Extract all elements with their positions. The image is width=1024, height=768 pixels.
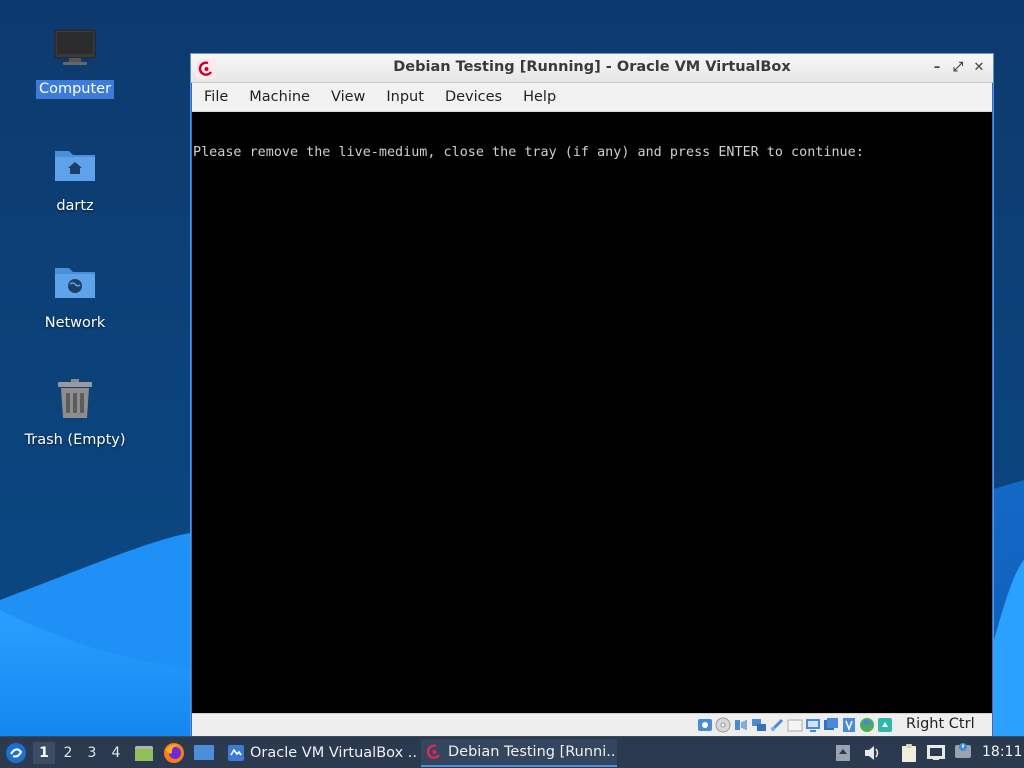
- task-debian-testing[interactable]: Debian Testing [Runni...: [421, 739, 617, 767]
- menu-help[interactable]: Help: [512, 83, 566, 112]
- update-notifier-icon[interactable]: [954, 742, 972, 762]
- workspace-2[interactable]: 2: [57, 742, 79, 764]
- desktop-icon-trash[interactable]: Trash (Empty): [14, 357, 136, 457]
- workspace-1[interactable]: 1: [33, 742, 55, 764]
- workspace-4[interactable]: 4: [105, 742, 127, 764]
- mouse-integration-icon[interactable]: [859, 717, 875, 733]
- home-folder-icon: [51, 141, 99, 189]
- recording-icon[interactable]: [823, 717, 839, 733]
- task-virtualbox-manager[interactable]: Oracle VM VirtualBox ...: [223, 739, 417, 767]
- start-menu-icon[interactable]: [5, 742, 27, 764]
- usb-icon[interactable]: [769, 717, 785, 733]
- task-label: Oracle VM VirtualBox ...: [250, 745, 417, 761]
- tray-expand-icon[interactable]: [835, 744, 851, 762]
- menu-machine[interactable]: Machine: [238, 83, 320, 112]
- window-title: Debian Testing [Running] - Oracle VM Vir…: [393, 59, 791, 75]
- window-titlebar[interactable]: Debian Testing [Running] - Oracle VM Vir…: [191, 54, 993, 83]
- keyboard-capture-icon[interactable]: [877, 717, 893, 733]
- menu-file[interactable]: File: [193, 83, 238, 112]
- minimize-button[interactable]: –: [928, 59, 946, 77]
- computer-icon: [51, 24, 99, 72]
- optical-drive-icon[interactable]: [715, 717, 731, 733]
- shared-folders-icon[interactable]: [787, 717, 803, 733]
- virtualbox-icon: [228, 745, 244, 761]
- desktop-icon-label: Computer: [35, 80, 115, 99]
- desktop-icon-label: Trash (Empty): [24, 432, 126, 448]
- wired-network-icon[interactable]: [926, 744, 946, 762]
- maximize-button[interactable]: ⤢: [949, 59, 967, 77]
- vm-statusbar: Right Ctrl: [192, 713, 992, 736]
- file-manager-icon[interactable]: [134, 743, 154, 763]
- network-folder-icon: [51, 258, 99, 306]
- clock[interactable]: 18:11: [982, 744, 1022, 760]
- display-icon[interactable]: [805, 717, 821, 733]
- audio-icon[interactable]: [733, 717, 749, 733]
- menu-view[interactable]: View: [320, 83, 375, 112]
- console-output: Please remove the live-medium, close the…: [193, 145, 864, 160]
- task-label: Debian Testing [Runni...: [448, 744, 617, 760]
- cpu-icon[interactable]: [841, 717, 857, 733]
- desktop-icon-label: Network: [44, 315, 106, 331]
- show-desktop-icon[interactable]: [193, 743, 215, 763]
- debian-icon: [426, 744, 440, 759]
- network-icon[interactable]: [751, 717, 767, 733]
- trash-icon: [51, 375, 99, 423]
- menu-devices[interactable]: Devices: [434, 83, 512, 112]
- taskbar: 1 2 3 4 Oracle VM VirtualBox ... Debian …: [0, 736, 1024, 768]
- volume-icon[interactable]: [863, 744, 881, 762]
- virtualbox-vm-window[interactable]: Debian Testing [Running] - Oracle VM Vir…: [190, 53, 994, 737]
- desktop-icon-network[interactable]: Network: [14, 240, 136, 340]
- clipboard-icon[interactable]: [899, 743, 919, 763]
- desktop-icon-label: dartz: [56, 198, 94, 214]
- menu-bar: File Machine View Input Devices Help: [192, 83, 992, 112]
- vm-display[interactable]: Please remove the live-medium, close the…: [192, 112, 992, 713]
- menu-input[interactable]: Input: [375, 83, 434, 112]
- desktop-icon-computer[interactable]: Computer: [14, 6, 136, 106]
- host-key-label: Right Ctrl: [906, 716, 975, 732]
- workspace-3[interactable]: 3: [81, 742, 103, 764]
- firefox-icon[interactable]: [163, 742, 185, 764]
- close-button[interactable]: ✕: [970, 59, 988, 77]
- desktop-icon-home-folder[interactable]: dartz: [14, 123, 136, 223]
- hard-disk-icon[interactable]: [697, 717, 713, 733]
